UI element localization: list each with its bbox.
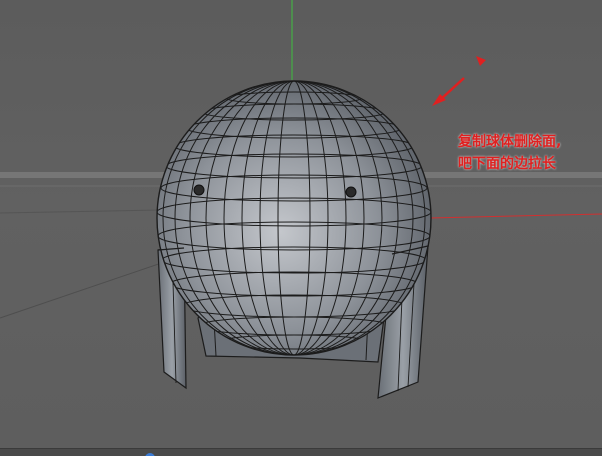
annotation-line-1: 复制球体删除面, bbox=[458, 134, 562, 150]
annotation-line-2: 吧下面的边拉长 bbox=[458, 156, 556, 172]
arrowhead-icon bbox=[476, 56, 486, 66]
left-eye bbox=[193, 184, 205, 196]
status-bar bbox=[0, 448, 602, 456]
3d-viewport[interactable]: 复制球体删除面, 吧下面的边拉长 bbox=[0, 0, 602, 456]
sphere-mesh[interactable] bbox=[156, 80, 432, 356]
right-eye bbox=[345, 186, 357, 198]
annotation-text: 复制球体删除面, 吧下面的边拉长 bbox=[458, 131, 561, 175]
arrow-icon bbox=[432, 77, 465, 106]
viewport-scene[interactable] bbox=[0, 0, 602, 456]
x-axis-line bbox=[429, 213, 602, 219]
